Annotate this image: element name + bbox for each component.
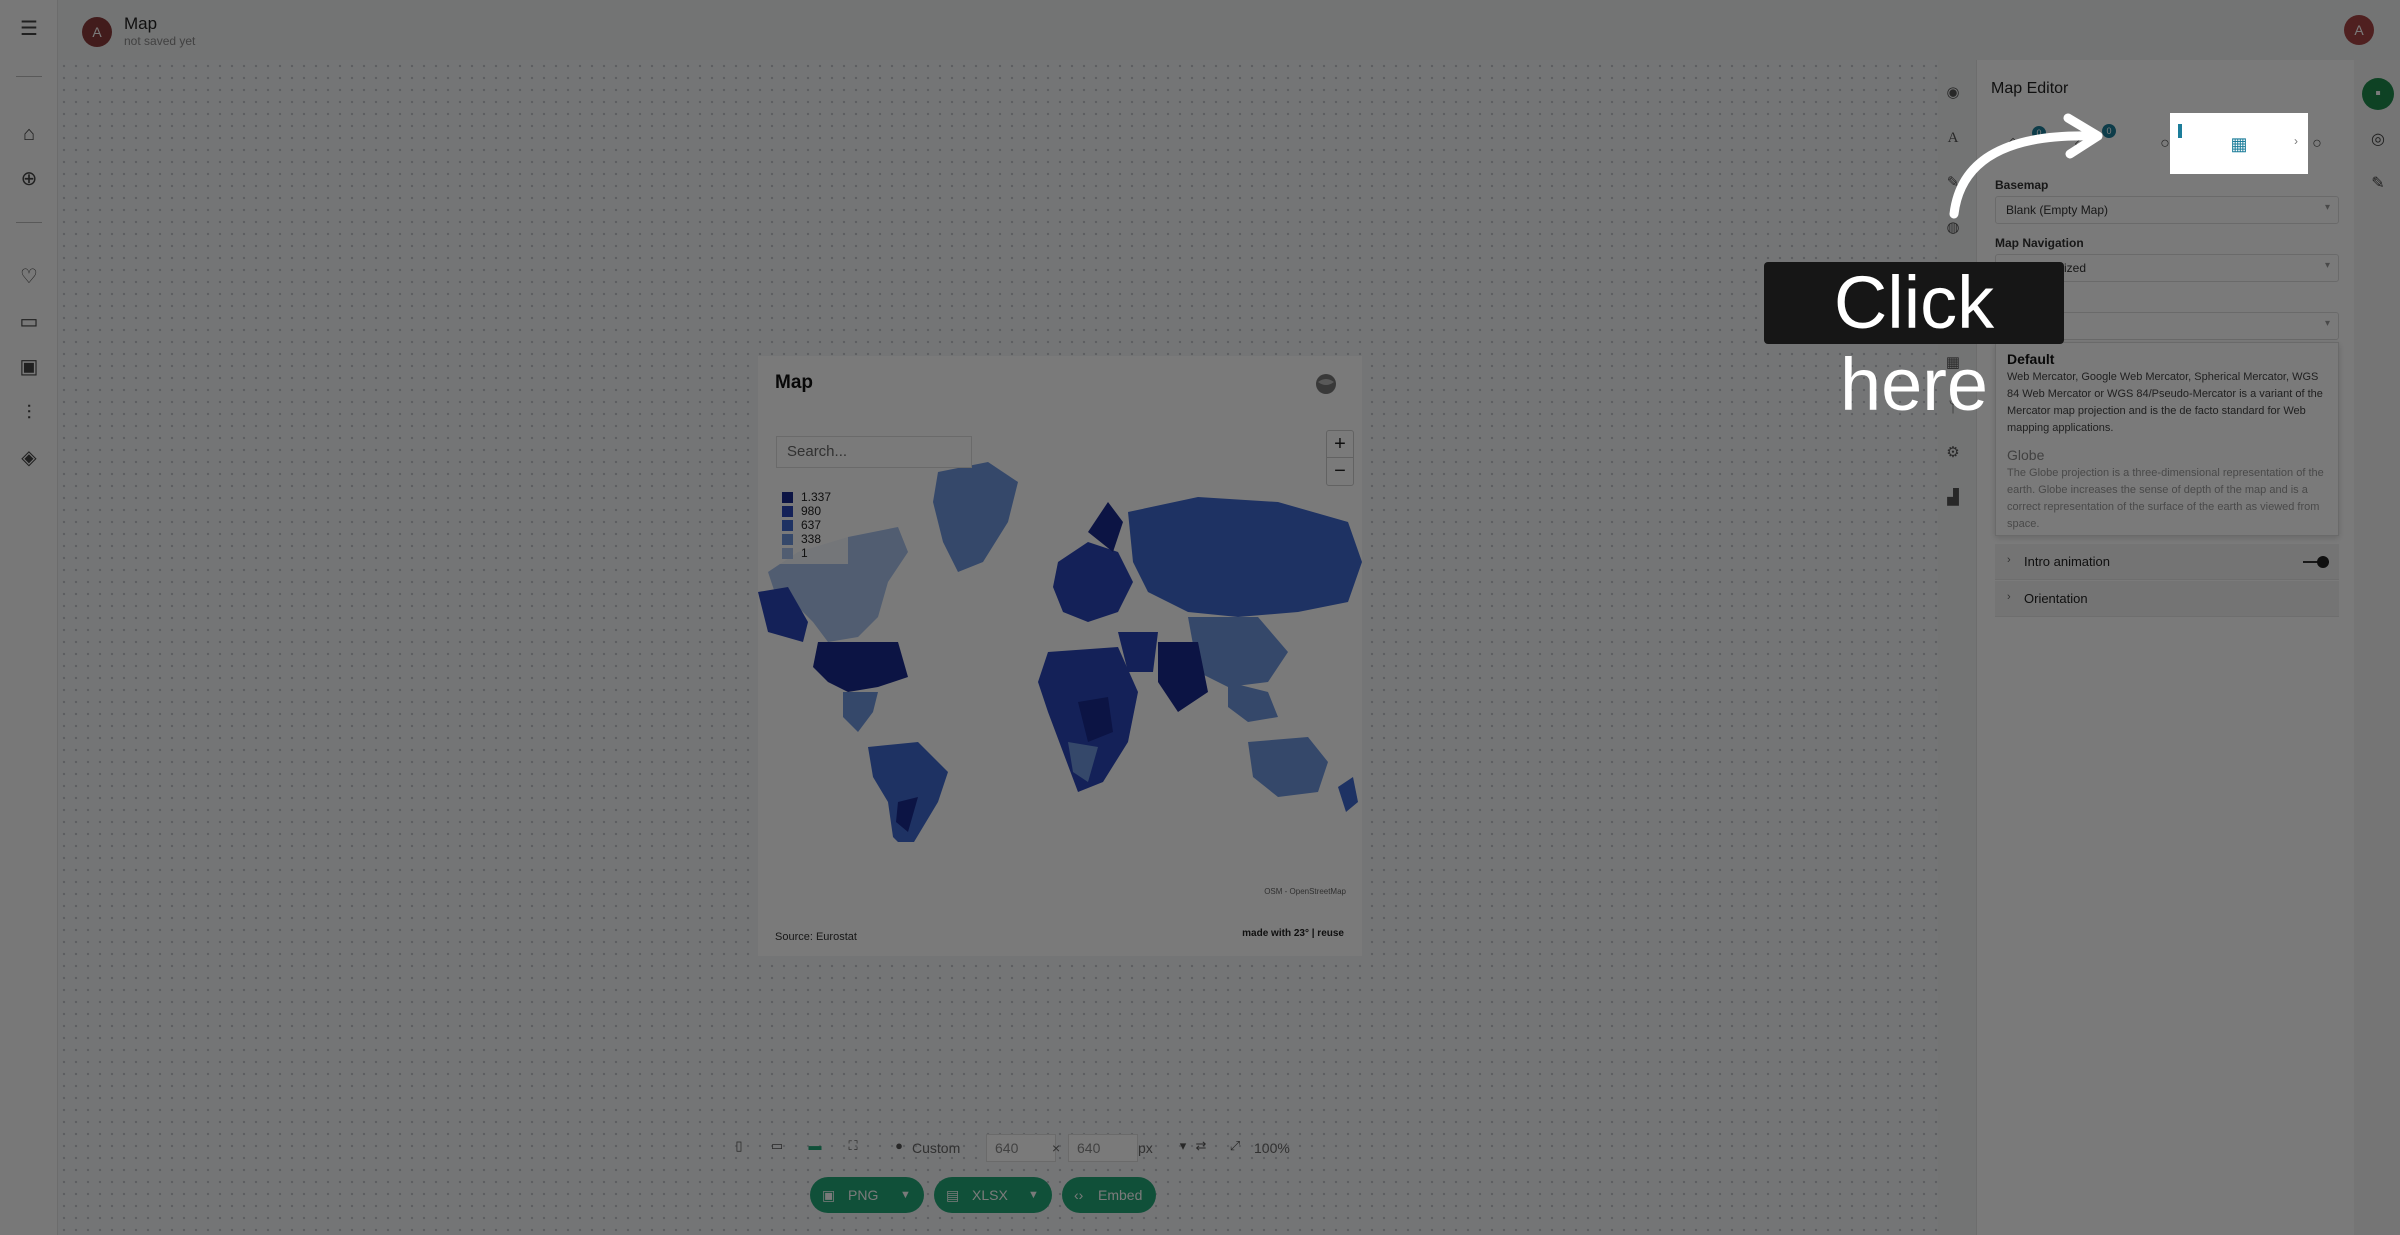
tablet-view-icon[interactable]: ▭ <box>768 1138 786 1156</box>
user-avatar[interactable]: A <box>2344 15 2374 45</box>
mobile-view-icon[interactable]: ▯ <box>730 1138 748 1156</box>
sidebar-divider <box>16 76 42 77</box>
accordion-orientation[interactable]: › Orientation <box>1995 581 2339 617</box>
save-status: not saved yet <box>124 34 196 48</box>
document-title[interactable]: Map <box>124 14 157 34</box>
image-icon[interactable]: ▣ <box>17 355 41 379</box>
sliders-icon[interactable]: ⫶ <box>17 401 41 425</box>
folder-icon[interactable]: ▭ <box>17 310 41 334</box>
world-choropleth-map[interactable] <box>758 442 1362 842</box>
size-preset-icon: ● <box>895 1138 903 1153</box>
map-attribution[interactable]: OSM - OpenStreetMap <box>1264 887 1346 896</box>
database-icon[interactable]: ◎ <box>2364 126 2392 154</box>
dimension-separator: × <box>1052 1140 1061 1156</box>
projection-option-description: The Globe projection is a three-dimensio… <box>2007 467 2324 530</box>
save-icon[interactable]: ▪ <box>2362 78 2394 110</box>
laptop-view-icon[interactable]: ▬ <box>806 1138 824 1156</box>
chevron-down-icon: ▾ <box>2324 318 2330 329</box>
chevron-down-icon[interactable]: ▾ <box>1174 1138 1192 1156</box>
panel-title: Map Editor <box>1991 80 2069 97</box>
app-header: A Map not saved yet A <box>58 0 2400 60</box>
logo-23-degrees <box>1314 372 1344 400</box>
menu-icon[interactable]: ☰ <box>17 17 41 41</box>
click-here-callout: Click here <box>1764 262 2064 426</box>
zoom-in-button[interactable]: + <box>1327 431 1353 458</box>
home-icon[interactable]: ⌂ <box>17 122 41 146</box>
paint-roller-icon[interactable]: ▟ <box>1942 487 1964 509</box>
canvas-area: Map 1.337 980 637 338 1 Search... + − OS… <box>58 60 1938 1235</box>
accordion-intro-animation[interactable]: › Intro animation <box>1995 544 2339 580</box>
map-source: Source: Eurostat <box>775 931 857 943</box>
height-input[interactable]: 640 <box>1068 1134 1138 1162</box>
zoom-level: 100% <box>1254 1140 1290 1156</box>
right-rail <box>2354 60 2400 1235</box>
eye-icon[interactable]: ◉ <box>1942 82 1964 104</box>
chevron-right-icon: › <box>2007 591 2011 603</box>
export-xlsx-button[interactable]: ▤ XLSX ▼ <box>934 1177 1052 1213</box>
gear-icon[interactable]: ⚙ <box>1942 442 1964 464</box>
zoom-out-button[interactable]: − <box>1327 458 1353 485</box>
projection-option-description: Web Mercator, Google Web Mercator, Spher… <box>2007 371 2323 434</box>
map-search-input[interactable]: Search... <box>776 436 972 468</box>
projection-option-default[interactable]: Default <box>2007 351 2054 367</box>
add-icon[interactable]: ⊕ <box>17 167 41 191</box>
legend-item: 980 <box>782 504 844 518</box>
export-png-button[interactable]: ▣ PNG ▼ <box>810 1177 924 1213</box>
zoom-controls: + − <box>1326 430 1354 486</box>
table-icon: ▤ <box>946 1187 960 1203</box>
sidebar-divider <box>16 222 42 223</box>
map-preview-card[interactable]: Map 1.337 980 637 338 1 Search... + − OS… <box>758 356 1362 956</box>
chevron-down-icon[interactable]: ▼ <box>1028 1177 1039 1213</box>
intro-animation-toggle[interactable] <box>2303 556 2329 568</box>
chevron-down-icon[interactable]: ▼ <box>900 1177 911 1213</box>
code-icon: ‹› <box>1074 1187 1084 1203</box>
projection-option-globe[interactable]: Globe <box>2007 447 2044 463</box>
chevron-down-icon: ▾ <box>2324 202 2330 213</box>
map-icon[interactable]: ▦ <box>2225 130 2253 158</box>
legend-item: 1 <box>782 546 844 560</box>
navigation-label: Map Navigation <box>1995 236 2084 250</box>
map-legend: 1.337 980 637 338 1 <box>778 486 848 564</box>
width-input[interactable]: 640 <box>986 1134 1056 1162</box>
chevron-right-icon: › <box>2294 134 2298 148</box>
made-with-link[interactable]: made with 23° | reuse <box>1242 928 1344 939</box>
chevron-right-icon: › <box>2007 554 2011 566</box>
chevron-down-icon: ▾ <box>2324 260 2330 271</box>
tutorial-arrow-icon <box>1949 113 2103 219</box>
layers-icon[interactable]: ◈ <box>17 446 41 470</box>
left-sidebar: ☰ ⌂ ⊕ ♡ ▭ ▣ ⫶ ◈ <box>0 0 58 1235</box>
projection-dropdown: Default Web Mercator, Google Web Mercato… <box>1995 342 2339 536</box>
legend-item: 1.337 <box>782 490 844 504</box>
legend-item: 637 <box>782 518 844 532</box>
pencil-icon[interactable]: ✎ <box>2364 170 2392 198</box>
map-title: Map <box>775 372 813 393</box>
map-editor-panel: Map Editor ◇ 0 ◇ 0 ○ ○ Basemap Blank (Em… <box>1976 60 2354 1235</box>
unit-select[interactable]: px <box>1138 1140 1153 1156</box>
avatar[interactable]: A <box>82 17 112 47</box>
size-preset-select[interactable]: Custom <box>912 1140 960 1156</box>
image-icon: ▣ <box>822 1187 836 1203</box>
legend-item: 338 <box>782 532 844 546</box>
highlight-edge <box>2178 124 2182 138</box>
fullscreen-icon[interactable]: ⛶ <box>844 1138 862 1156</box>
swap-dimensions-icon[interactable]: ⇄ <box>1192 1138 1210 1156</box>
fit-zoom-icon[interactable]: ⤢ <box>1226 1138 1244 1156</box>
embed-button[interactable]: ‹› Embed <box>1062 1177 1156 1213</box>
heart-icon[interactable]: ♡ <box>17 265 41 289</box>
